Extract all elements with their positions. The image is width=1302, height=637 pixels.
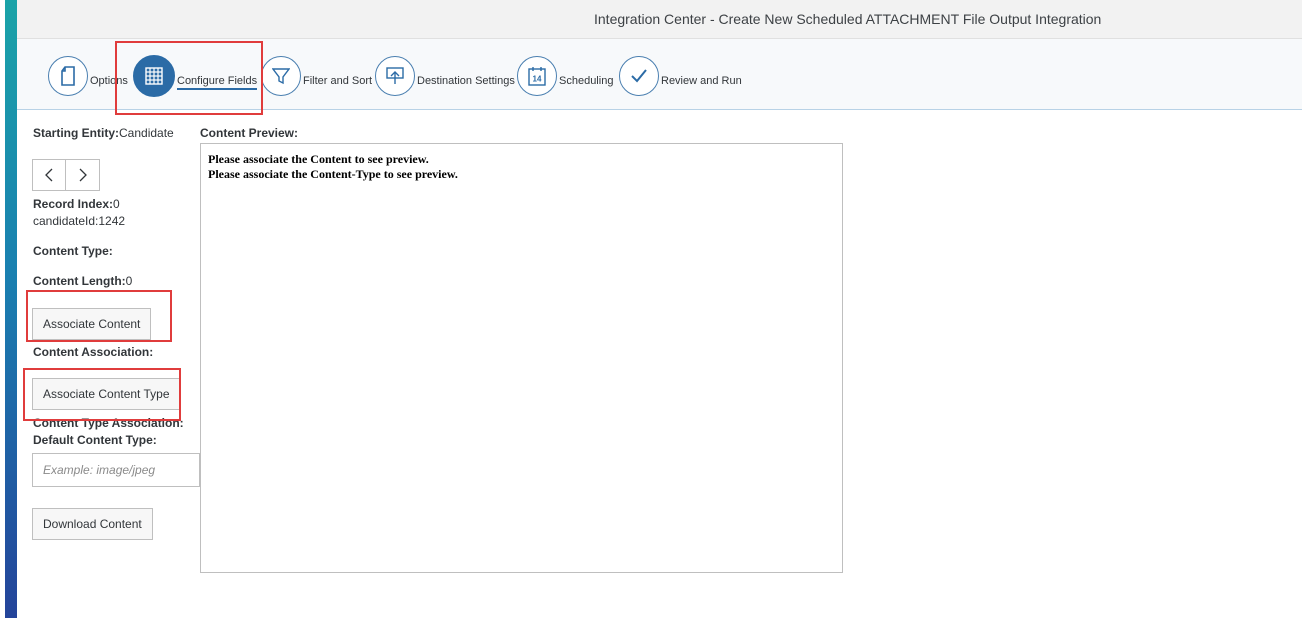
content-preview-label: Content Preview: [200, 126, 299, 140]
calendar-icon: 14 [517, 56, 557, 96]
step-destination-settings[interactable]: Destination Settings [375, 54, 515, 98]
starting-entity-label: Starting Entity: [33, 126, 119, 140]
chevron-left-icon [45, 168, 53, 182]
record-index: Record Index:0 [33, 197, 120, 211]
chevron-right-icon [79, 168, 87, 182]
step-review-and-run[interactable]: Review and Run [619, 54, 742, 98]
preview-content-type-message: Please associate the Content-Type to see… [208, 167, 458, 181]
default-content-type-label: Default Content Type: [33, 433, 157, 447]
starting-entity: Starting Entity:Candidate [33, 126, 174, 140]
highlight-associate-content-type [23, 368, 181, 421]
calendar-day: 14 [533, 75, 542, 84]
content-association-label: Content Association: [33, 345, 154, 359]
record-navigation [32, 159, 100, 191]
candidate-id: candidateId:1242 [33, 214, 126, 228]
starting-entity-value: Candidate [119, 126, 174, 140]
previous-record-button[interactable] [32, 159, 66, 191]
step-filter-and-sort[interactable]: Filter and Sort [261, 54, 372, 98]
step-filter-and-sort-label: Filter and Sort [303, 75, 373, 87]
checkmark-icon [619, 56, 659, 96]
left-accent-bar [5, 0, 17, 618]
content-preview-box: Please associate the Content to see prev… [200, 143, 843, 573]
step-review-and-run-label: Review and Run [661, 75, 742, 87]
step-scheduling[interactable]: 14 Scheduling [517, 54, 613, 98]
record-index-label: Record Index: [33, 197, 114, 211]
preview-content-message: Please associate the Content to see prev… [208, 152, 429, 166]
step-scheduling-label: Scheduling [559, 75, 614, 87]
highlight-configure-fields [115, 41, 263, 115]
next-record-button[interactable] [66, 159, 100, 191]
highlight-associate-content [26, 290, 172, 342]
upload-icon [375, 56, 415, 96]
content-length-label: Content Length: [33, 274, 126, 288]
document-icon [48, 56, 88, 96]
step-destination-settings-label: Destination Settings [417, 75, 515, 87]
content-length: Content Length:0 [33, 274, 132, 288]
default-content-type-input[interactable] [32, 453, 200, 487]
download-content-button[interactable]: Download Content [32, 508, 153, 540]
record-index-value: 0 [113, 197, 120, 211]
content-type-label: Content Type: [33, 244, 113, 258]
title-bar: Integration Center - Create New Schedule… [17, 0, 1302, 39]
content-length-value: 0 [125, 274, 133, 288]
filter-icon [261, 56, 301, 96]
page-title: Integration Center - Create New Schedule… [594, 11, 1102, 27]
